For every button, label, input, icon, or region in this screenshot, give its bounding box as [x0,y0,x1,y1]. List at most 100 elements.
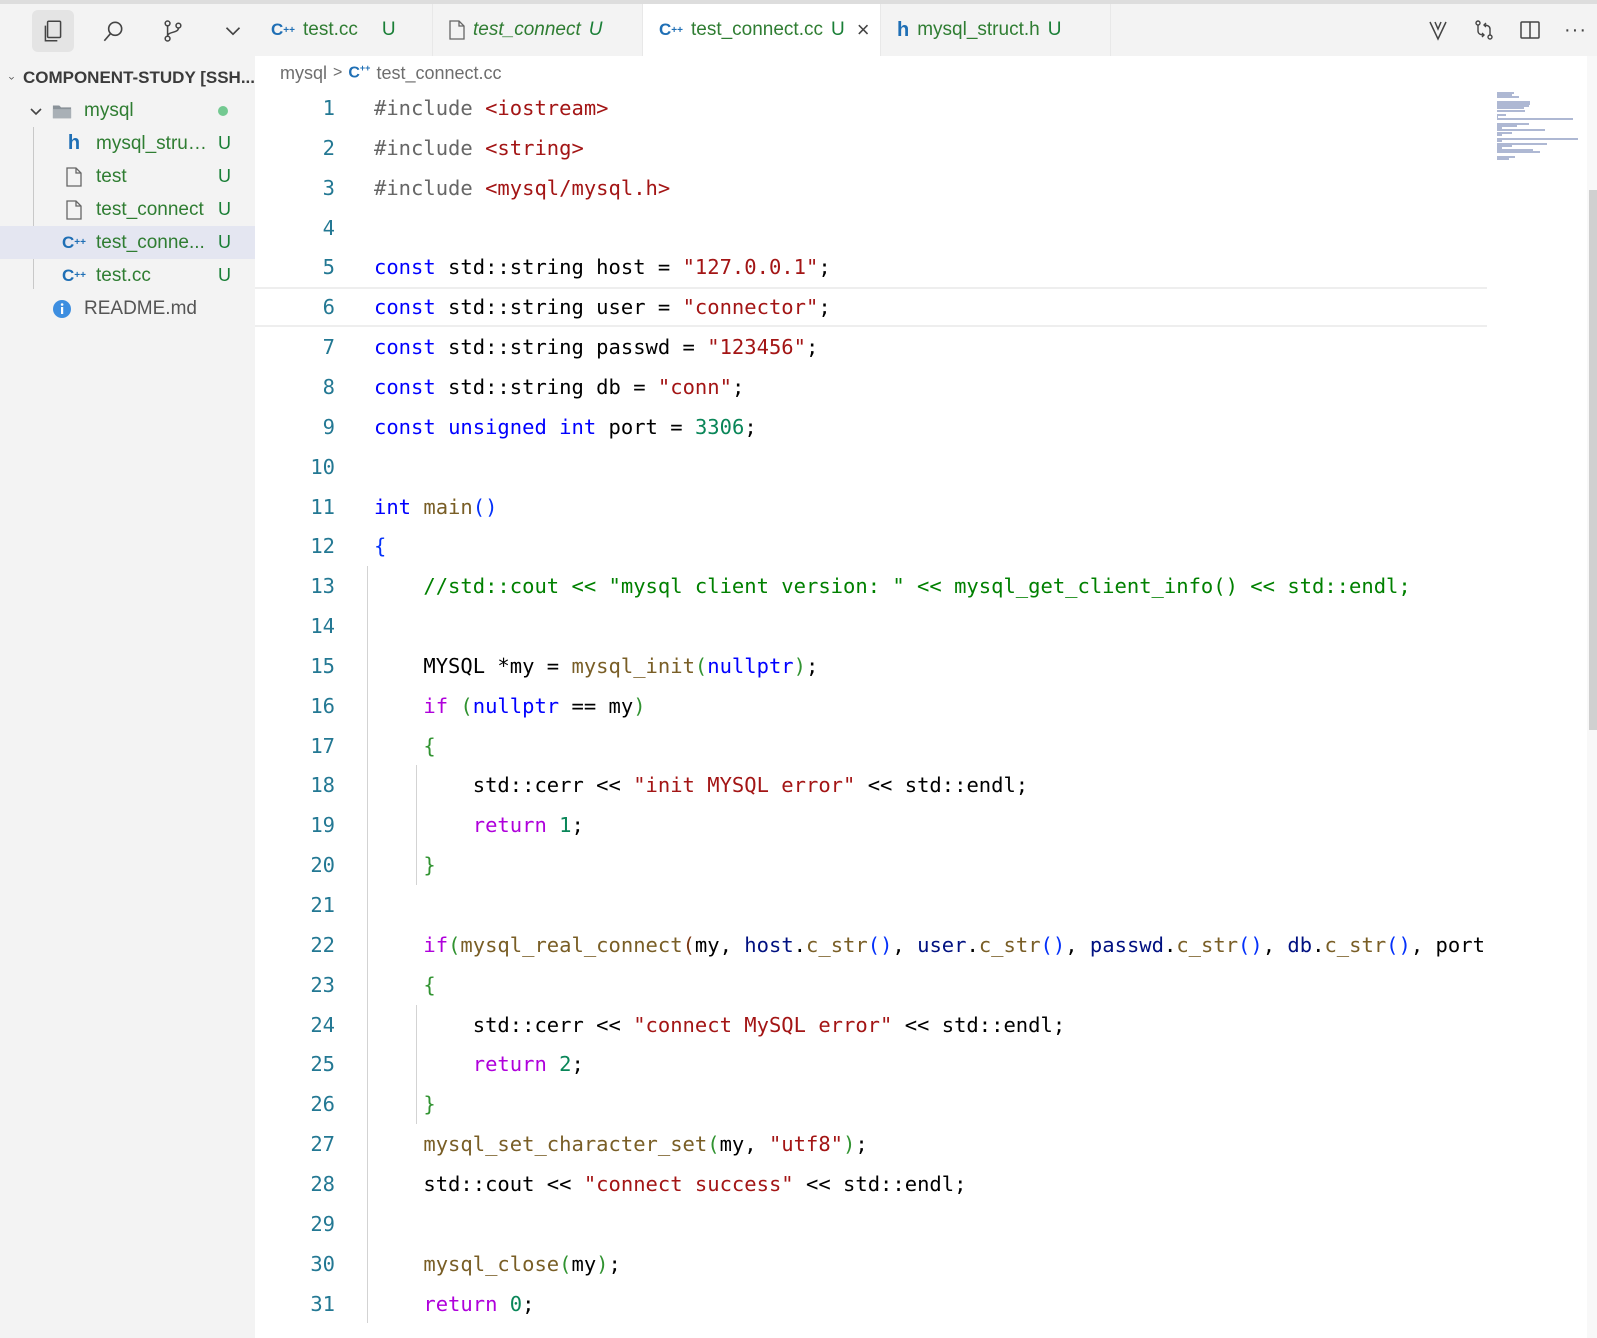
tab-test-connect[interactable]: test_connect U [433,4,643,56]
code-text: std::cerr << "init MYSQL error" << std::… [374,773,1028,797]
code-line[interactable]: 11 int main() [255,487,1487,527]
code-editor[interactable]: 1 #include <iostream> 2 #include <string> 3 #… [255,88,1487,1338]
code-line[interactable]: 18 std::cerr << "init MYSQL error" << st… [255,765,1487,805]
code-token: const [374,414,436,439]
code-token: "127.0.0.1" [682,255,819,280]
git-status-badge: U [218,232,231,252]
tree-item-test-connect[interactable]: test_connect U [0,193,255,226]
code-token: , [1262,932,1288,957]
search-icon[interactable] [92,10,134,52]
info-icon [52,298,72,320]
code-token: //std::cout << "mysql client version: " … [423,574,1411,599]
tree-item-readme[interactable]: README.md [0,292,255,325]
code-line[interactable]: 8 const std::string db = "conn"; [255,367,1487,407]
code-token: mysql_close [423,1251,560,1276]
code-line[interactable]: 2 #include <string> [255,128,1487,168]
code-line[interactable]: 21 [255,885,1487,925]
code-line[interactable]: 9 const unsigned int port = 3306; [255,407,1487,447]
code-line[interactable]: 22 if(mysql_real_connect(my, host.c_str(… [255,925,1487,965]
close-icon[interactable]: × [857,17,870,43]
code-token: ; [806,335,819,360]
git-status-badge: U [218,265,231,285]
code-text: #include <string> [374,136,584,160]
code-text: const std::string passwd = "123456"; [374,335,818,359]
tree-item-test-cc[interactable]: C ++ test.cc U [0,259,255,292]
code-line[interactable]: 4 [255,208,1487,248]
tree-item-mysql-folder[interactable]: mysql [0,94,255,127]
tree-item-label: test.cc [96,264,151,286]
code-line[interactable]: 31 return 0; [255,1284,1487,1324]
source-control-icon[interactable] [152,10,194,52]
code-token: ; [818,255,831,280]
code-line[interactable]: 14 [255,606,1487,646]
code-line[interactable]: 5 const std::string host = "127.0.0.1"; [255,247,1487,287]
code-token: nullptr [707,653,794,678]
code-token: ; [855,1132,868,1157]
minimap-line [1497,109,1525,112]
code-token: c_str [978,932,1041,957]
breadcrumb-folder[interactable]: mysql [280,63,327,84]
tree-item-mysql-struct-h[interactable]: h mysql_struc... U [0,127,255,160]
line-number: 22 [310,932,335,957]
code-token: { [423,733,436,758]
explorer-section-header[interactable]: COMPONENT-STUDY [SSH... [0,60,255,96]
line-number: 19 [310,813,335,838]
line-number: 21 [310,893,335,917]
code-line[interactable]: 12 { [255,526,1487,566]
line-number: 6 [322,295,335,320]
code-token: if [423,693,449,718]
compare-icon[interactable] [1426,18,1450,42]
open-changes-icon[interactable] [1472,18,1496,42]
minimap-line [1497,118,1573,121]
code-line[interactable]: 3 #include <mysql/mysql.h> [255,168,1487,208]
code-token: const [374,374,436,399]
line-number: 11 [310,494,335,519]
tree-item-test-connect-cc[interactable]: C ++ test_conne... U [0,226,255,259]
code-line[interactable]: 7 const std::string passwd = "123456"; [255,327,1487,367]
code-text: //std::cout << "mysql client version: " … [374,574,1411,599]
explorer-icon[interactable] [32,10,74,52]
code-line[interactable]: 13 //std::cout << "mysql client version:… [255,566,1487,606]
chevron-down-icon[interactable] [212,10,254,52]
code-line[interactable]: 17 { [255,726,1487,766]
code-token: const [374,335,436,360]
tab-mysql-struct-h[interactable]: h mysql_struct.h U [881,4,1111,56]
code-line[interactable]: 29 [255,1204,1487,1244]
code-line[interactable]: 27 mysql_set_character_set(my, "utf8"); [255,1124,1487,1164]
code-line[interactable]: 23 { [255,965,1487,1005]
code-line[interactable]: 24 std::cerr << "connect MySQL error" <<… [255,1005,1487,1045]
code-line[interactable]: 25 return 2; [255,1044,1487,1084]
code-line[interactable]: 6 const std::string user = "connector"; [255,287,1487,328]
tab-test-connect-cc[interactable]: C ++ test_connect.cc U × [643,4,881,56]
code-token: return [423,1291,498,1316]
breadcrumb-file[interactable]: test_connect.cc [376,63,501,84]
code-token: ) [843,1132,856,1157]
code-line[interactable]: 28 std::cout << "connect success" << std… [255,1164,1487,1204]
minimap[interactable] [1487,88,1587,1338]
code-token: ; [571,1052,584,1077]
code-line[interactable]: 20 } [255,845,1487,885]
code-token: "utf8" [768,1132,844,1157]
code-token: () [472,494,498,519]
folder-icon [52,100,72,122]
code-line[interactable]: 10 [255,447,1487,487]
code-line[interactable]: 15 MYSQL *my = mysql_init(nullptr); [255,646,1487,686]
scrollbar-thumb[interactable] [1589,190,1597,730]
code-line[interactable]: 1 #include <iostream> [255,88,1487,128]
cpp-icon: C++ [348,63,371,82]
tree-item-test[interactable]: test U [0,160,255,193]
tab-test-cc[interactable]: C ++ test.cc U [255,4,433,56]
code-token: ( [694,653,708,678]
line-number: 12 [310,534,335,559]
code-line[interactable]: 16 if (nullptr == my) [255,686,1487,726]
split-editor-icon[interactable] [1518,18,1542,42]
code-line[interactable]: 30 mysql_close(my); [255,1244,1487,1284]
code-line[interactable]: 26 } [255,1084,1487,1124]
more-actions-icon[interactable]: ··· [1564,19,1587,42]
code-line[interactable]: 19 return 1; [255,805,1487,845]
